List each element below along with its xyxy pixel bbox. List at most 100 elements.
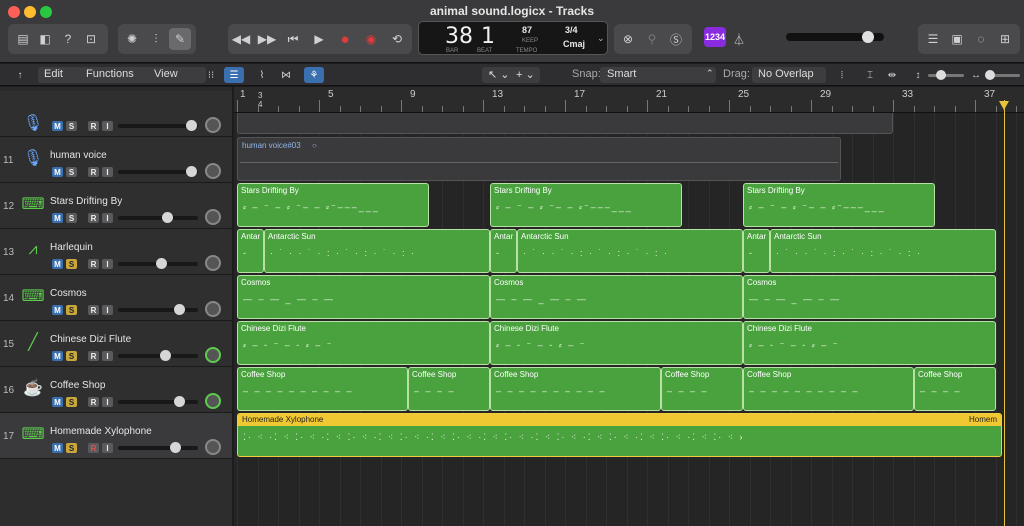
- mute-button[interactable]: M: [52, 305, 63, 315]
- record-enable-button[interactable]: R: [88, 305, 99, 315]
- mixer-icon[interactable]: ⫶: [145, 28, 167, 50]
- metronome-icon[interactable]: ⏃: [728, 28, 750, 50]
- solo-button[interactable]: S: [66, 443, 77, 453]
- list-editors-icon[interactable]: ☰: [922, 28, 944, 50]
- solo-button[interactable]: S: [66, 213, 77, 223]
- midi-region-stars-3[interactable]: Stars Drifting By ⸗ ‒ ⁻ ‒ ⸗ ⁻‒ ‒ ⸗⁻‒‒‒__…: [743, 183, 935, 227]
- solo-button[interactable]: S: [66, 259, 77, 269]
- browsers-icon[interactable]: ⊞: [994, 28, 1016, 50]
- midi-region-stars-2[interactable]: Stars Drifting By ⸗ ‒ ⁻ ‒ ⸗ ⁻‒ ‒ ⸗⁻‒‒‒__…: [490, 183, 682, 227]
- solo-button[interactable]: S: [66, 167, 77, 177]
- midi-region-coffee-6[interactable]: Coffee Shop ‒ ‒ ‒ ‒: [914, 367, 996, 411]
- midi-region-dizi-3[interactable]: Chinese Dizi Flute ⸗ ‒ - ⁻ ‒ - ⸗ ‒ ⁻: [743, 321, 996, 365]
- track-row-11[interactable]: 11 🎙 human voice M S R I: [0, 137, 232, 183]
- vertical-zoom-knob[interactable]: [936, 70, 946, 80]
- track-name[interactable]: Chinese Dizi Flute: [50, 334, 131, 345]
- input-monitor-button[interactable]: I: [102, 305, 113, 315]
- midi-region-cosmos-2[interactable]: Cosmos — ‒ — _ — ‒ —: [490, 275, 743, 319]
- midi-region-cosmos-1[interactable]: Cosmos — ‒ — _ — ‒ —: [237, 275, 490, 319]
- mute-button[interactable]: M: [52, 351, 63, 361]
- waveform-zoom-icon[interactable]: ⦙: [832, 67, 852, 83]
- midi-region-dizi-1[interactable]: Chinese Dizi Flute ⸗ ‒ - ⁻ ‒ - ⸗ ‒ ⁻: [237, 321, 490, 365]
- replace-icon[interactable]: ⊗: [617, 28, 639, 50]
- midi-region-antarctic-1[interactable]: Antarctic Sun · ˙ · · ˙ · : · ˙ · : · ˙ …: [264, 229, 490, 273]
- horizontal-fit-icon[interactable]: ⇹: [882, 67, 902, 83]
- record-enable-button[interactable]: R: [88, 259, 99, 269]
- track-pan-knob[interactable]: [205, 117, 221, 133]
- record-enable-button[interactable]: R: [88, 167, 99, 177]
- input-monitor-button[interactable]: I: [102, 259, 113, 269]
- midi-region-coffee-5[interactable]: Coffee Shop ‒ ‒ ‒ ‒ ‒ ‒ ‒ ‒ ‒ ‒: [743, 367, 914, 411]
- input-monitor-button[interactable]: I: [102, 121, 113, 131]
- edit-menu[interactable]: Edit: [44, 68, 63, 80]
- track-name[interactable]: Homemade Xylophone: [50, 426, 152, 437]
- track-volume-slider[interactable]: [118, 400, 198, 404]
- midi-region-xylophone[interactable]: Homemade Xylophone Homem ⁚· ⁖ ·⁚ ⁖ ⁚· ⁖ …: [237, 413, 1002, 457]
- midi-region-stars-1[interactable]: Stars Drifting By ⸗ ‒ ⁻ ‒ ⸗ ⁻‒ ‒ ⸗⁻‒‒‒__…: [237, 183, 429, 227]
- vertical-zoom-slider[interactable]: [928, 74, 964, 77]
- track-row-15[interactable]: 15 ╱ Chinese Dizi Flute M S R I: [0, 321, 232, 367]
- track-name[interactable]: Stars Drifting By: [50, 196, 122, 207]
- list-view-icon[interactable]: ☰: [224, 67, 244, 83]
- track-pan-knob[interactable]: [205, 209, 221, 225]
- track-pan-knob[interactable]: [205, 255, 221, 271]
- mute-button[interactable]: M: [52, 121, 63, 131]
- track-row-16[interactable]: 16 ☕ Coffee Shop M S R I: [0, 367, 232, 413]
- fast-forward-icon[interactable]: ▶▶: [256, 28, 278, 50]
- audio-region-human-voice[interactable]: human voice#03 ○: [237, 137, 841, 181]
- editors-icon[interactable]: ✎: [169, 28, 191, 50]
- automation-icon[interactable]: ⌇: [252, 67, 272, 83]
- track-volume-slider[interactable]: [118, 354, 198, 358]
- track-volume-knob[interactable]: [174, 396, 185, 407]
- track-name[interactable]: Harlequin: [50, 242, 93, 253]
- inspector-icon[interactable]: ◧: [34, 28, 56, 50]
- input-monitor-button[interactable]: I: [102, 397, 113, 407]
- input-monitor-button[interactable]: I: [102, 167, 113, 177]
- midi-region-antarctic-2[interactable]: Antarctic Sun · ˙ · · ˙ · : · ˙ · : · ˙ …: [517, 229, 743, 273]
- midi-region-cosmos-3[interactable]: Cosmos — ‒ — _ — ‒ —: [743, 275, 996, 319]
- midi-region-antar-3[interactable]: Antar -: [743, 229, 770, 273]
- track-name[interactable]: Cosmos: [50, 288, 87, 299]
- track-volume-slider[interactable]: [118, 308, 198, 312]
- tuning-icon[interactable]: ⚲: [641, 28, 663, 50]
- midi-region-coffee-2[interactable]: Coffee Shop ‒ ‒ ‒ ‒: [408, 367, 490, 411]
- track-pan-knob[interactable]: [205, 439, 221, 455]
- mute-button[interactable]: M: [52, 443, 63, 453]
- track-row-13[interactable]: 13 ⩘ Harlequin M S R I: [0, 229, 232, 275]
- notepad-icon[interactable]: ▣: [946, 28, 968, 50]
- record-enable-button[interactable]: R: [88, 397, 99, 407]
- midi-region-coffee-3[interactable]: Coffee Shop ‒ ‒ ‒ ‒ ‒ ‒ ‒ ‒ ‒ ‒: [490, 367, 661, 411]
- solo-button[interactable]: S: [66, 121, 77, 131]
- track-volume-knob[interactable]: [186, 120, 197, 131]
- catch-playhead-icon[interactable]: ⚘: [304, 67, 324, 83]
- lcd-chevron-down-icon[interactable]: ⌄: [597, 33, 605, 44]
- playhead-handle[interactable]: [999, 101, 1009, 110]
- flex-icon[interactable]: ⋈: [276, 67, 296, 83]
- input-monitor-button[interactable]: I: [102, 213, 113, 223]
- capture-recording-icon[interactable]: ◉: [360, 28, 382, 50]
- track-volume-knob[interactable]: [156, 258, 167, 269]
- track-row-10[interactable]: 🎙 M S R I: [0, 91, 232, 137]
- back-arrow-icon[interactable]: ↑: [10, 67, 30, 83]
- pointer-tool-icon[interactable]: ↖ ⌄: [488, 68, 510, 81]
- play-icon[interactable]: ▶: [308, 28, 330, 50]
- record-icon[interactable]: ●: [334, 28, 356, 50]
- track-volume-knob[interactable]: [170, 442, 181, 453]
- track-pan-knob[interactable]: [205, 393, 221, 409]
- record-enable-button[interactable]: R: [88, 121, 99, 131]
- loop-browser-icon[interactable]: ◌: [970, 28, 992, 50]
- library-icon[interactable]: ▤: [12, 28, 34, 50]
- mute-button[interactable]: M: [52, 213, 63, 223]
- timeline-ruler[interactable]: 1 3 4 5 9 13 17 21 25 29 33 37: [234, 87, 1024, 113]
- playhead[interactable]: [1004, 100, 1005, 526]
- arrange-area[interactable]: human voice#03 ○ Stars Drifting By ⸗ ‒ ⁻…: [234, 113, 1024, 526]
- mute-button[interactable]: M: [52, 167, 63, 177]
- secondary-tool-icon[interactable]: + ⌄: [516, 68, 535, 81]
- solo-mode-icon[interactable]: Ⓢ: [665, 28, 687, 50]
- track-pan-knob[interactable]: [205, 347, 221, 363]
- track-pan-knob[interactable]: [205, 163, 221, 179]
- grid-view-icon[interactable]: ⁝⁝: [201, 67, 221, 83]
- solo-button[interactable]: S: [66, 305, 77, 315]
- midi-region-antarctic-3[interactable]: Antarctic Sun · ˙ · · ˙ · : · ˙ · : · ˙ …: [770, 229, 996, 273]
- mute-button[interactable]: M: [52, 397, 63, 407]
